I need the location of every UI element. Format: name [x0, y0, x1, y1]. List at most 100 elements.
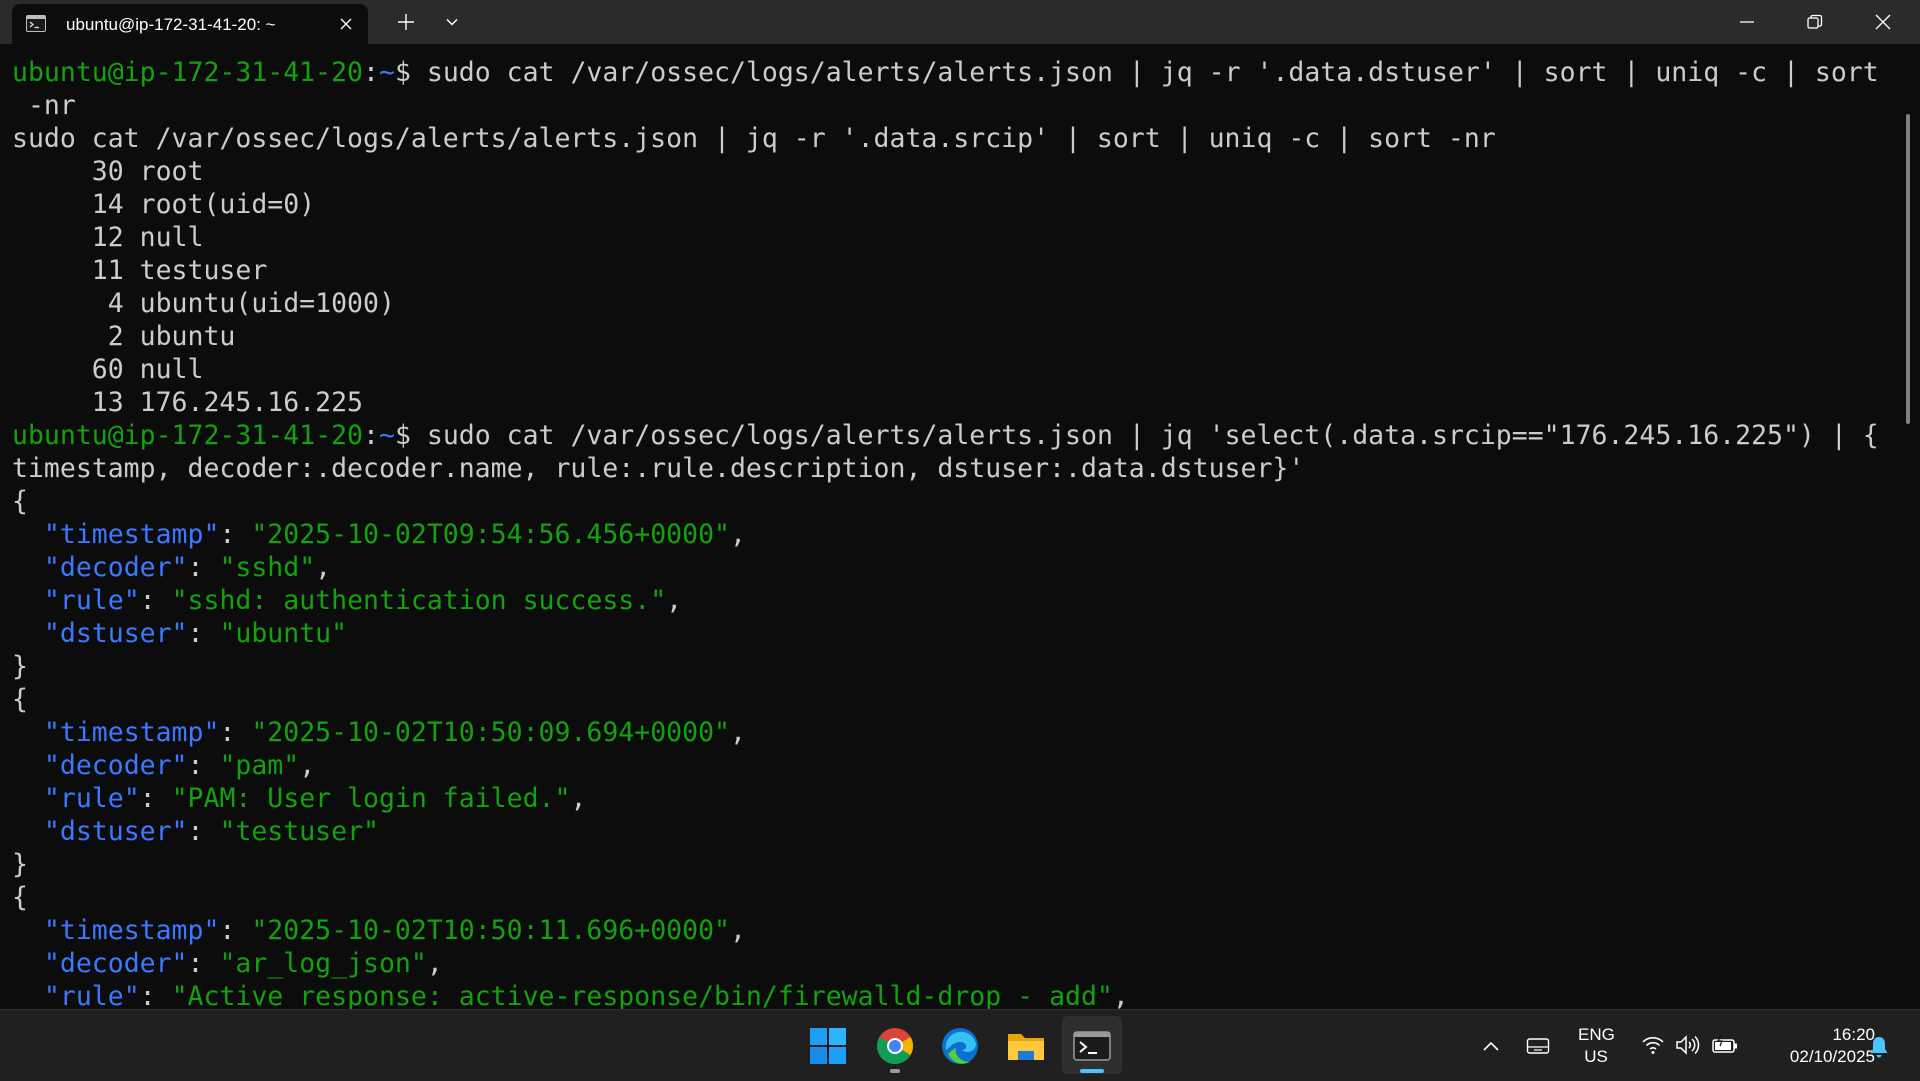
json-key: "dstuser"	[43, 816, 188, 847]
count-line: 13 176.245.16.225	[12, 387, 363, 418]
json-field: "timestamp": "2025-10-02T09:54:56.456+00…	[12, 518, 746, 551]
language-indicator[interactable]: ENG US	[1578, 1024, 1615, 1068]
notification-bell-icon[interactable]	[1868, 1035, 1890, 1059]
prompt-separator: :	[363, 420, 379, 451]
json-key: "timestamp"	[43, 717, 220, 748]
command-text: sudo cat /var/ossec/logs/alerts/alerts.j…	[426, 57, 1879, 88]
count-line: 30 root	[12, 156, 204, 187]
json-field: "decoder": "ar_log_json",	[12, 947, 443, 980]
tab-title: ubuntu@ip-172-31-41-20: ~	[66, 15, 276, 34]
language-code: ENG	[1578, 1025, 1615, 1044]
json-field: "decoder": "sshd",	[12, 551, 331, 584]
maximize-button[interactable]	[1782, 0, 1850, 44]
chevron-down-icon[interactable]	[444, 14, 460, 30]
keyboard-layout: US	[1584, 1047, 1608, 1066]
json-colon: :	[187, 552, 220, 583]
json-value: "ubuntu"	[219, 618, 348, 649]
command-wrap: -nr	[12, 90, 76, 121]
json-colon: :	[219, 915, 252, 946]
json-key: "rule"	[43, 585, 140, 616]
json-field: "decoder": "pam",	[12, 749, 315, 782]
json-key: "timestamp"	[43, 915, 220, 946]
json-value: "sshd"	[219, 552, 316, 583]
volume-icon[interactable]	[1675, 1034, 1701, 1056]
json-comma: ,	[299, 750, 316, 781]
json-key: "timestamp"	[43, 519, 220, 550]
json-value: "2025-10-02T09:54:56.456+0000"	[251, 519, 730, 550]
json-field: "rule": "sshd: authentication success.",	[12, 584, 682, 617]
json-colon: :	[219, 717, 252, 748]
terminal-icon[interactable]	[1070, 1024, 1114, 1068]
count-line: 4 ubuntu(uid=1000)	[12, 288, 395, 319]
plus-icon[interactable]	[396, 12, 416, 32]
json-value: "2025-10-02T10:50:11.696+0000"	[251, 915, 730, 946]
vertical-scrollbar[interactable]	[1906, 114, 1910, 424]
minimize-button[interactable]	[1714, 0, 1782, 44]
json-key: "dstuser"	[43, 618, 188, 649]
chrome-icon[interactable]	[873, 1024, 917, 1068]
json-value: "PAM: User login failed."	[171, 783, 571, 814]
chevron-up-icon[interactable]	[1481, 1036, 1501, 1056]
count-line: 2 ubuntu	[12, 321, 236, 352]
json-field: "timestamp": "2025-10-02T10:50:11.696+00…	[12, 914, 746, 947]
prompt-path: ~	[378, 57, 395, 88]
wifi-icon[interactable]	[1641, 1034, 1665, 1056]
json-comma: ,	[1112, 981, 1129, 1009]
json-comma: ,	[666, 585, 683, 616]
count-line: 14 root(uid=0)	[12, 189, 316, 220]
minimize-icon	[1740, 21, 1754, 23]
json-colon: :	[187, 750, 220, 781]
count-line: 12 null	[12, 222, 204, 253]
active-app-indicator	[1080, 1069, 1104, 1073]
command-text: sudo cat /var/ossec/logs/alerts/alerts.j…	[426, 420, 1879, 451]
terminal-output[interactable]: ubuntu@ip-172-31-41-20:~$ sudo cat /var/…	[0, 44, 1920, 1009]
prompt-symbol: $	[394, 420, 427, 451]
close-icon	[1875, 14, 1891, 30]
json-close-brace: }	[12, 849, 28, 880]
json-field: "rule": "PAM: User login failed.",	[12, 782, 586, 815]
prompt-path: ~	[378, 420, 395, 451]
count-line: 11 testuser	[12, 255, 268, 286]
json-colon: :	[187, 948, 220, 979]
json-colon: :	[139, 585, 172, 616]
taskbar: ENG US 16:20 02/10/2025	[0, 1009, 1920, 1081]
prompt-user-host: ubuntu@ip-172-31-41-20	[12, 57, 363, 88]
maximize-icon	[1807, 14, 1823, 29]
json-value: "sshd: authentication success."	[171, 585, 667, 616]
window-close-button[interactable]	[1850, 0, 1918, 44]
edge-icon[interactable]	[938, 1024, 982, 1068]
json-field: "rule": "Active response: active-respons…	[12, 980, 1129, 1009]
windows-start-icon[interactable]	[806, 1024, 850, 1068]
prompt-user-host: ubuntu@ip-172-31-41-20	[12, 420, 363, 451]
system-clock[interactable]: 16:20 02/10/2025	[1755, 1024, 1875, 1068]
json-field: "timestamp": "2025-10-02T10:50:09.694+00…	[12, 716, 746, 749]
json-comma: ,	[426, 948, 443, 979]
file-explorer-icon[interactable]	[1004, 1024, 1048, 1068]
json-colon: :	[139, 981, 172, 1009]
count-line: 60 null	[12, 354, 204, 385]
title-bar: ubuntu@ip-172-31-41-20: ~	[0, 0, 1920, 44]
terminal-icon	[26, 15, 46, 32]
json-field: "dstuser": "ubuntu"	[12, 617, 347, 650]
json-value: "pam"	[219, 750, 300, 781]
command-wrap: timestamp, decoder:.decoder.name, rule:.…	[12, 453, 1305, 484]
json-close-brace: }	[12, 651, 28, 682]
json-value: "ar_log_json"	[219, 948, 427, 979]
json-comma: ,	[570, 783, 587, 814]
command-line: sudo cat /var/ossec/logs/alerts/alerts.j…	[12, 123, 1496, 154]
close-icon[interactable]	[338, 16, 354, 32]
touch-keyboard-icon[interactable]	[1526, 1036, 1550, 1056]
tab-active[interactable]: ubuntu@ip-172-31-41-20: ~	[12, 4, 368, 44]
prompt-symbol: $	[394, 57, 427, 88]
json-open-brace: {	[12, 882, 28, 913]
json-key: "decoder"	[43, 552, 188, 583]
json-key: "decoder"	[43, 948, 188, 979]
json-key: "decoder"	[43, 750, 188, 781]
battery-icon[interactable]	[1711, 1034, 1739, 1056]
json-comma: ,	[729, 717, 746, 748]
